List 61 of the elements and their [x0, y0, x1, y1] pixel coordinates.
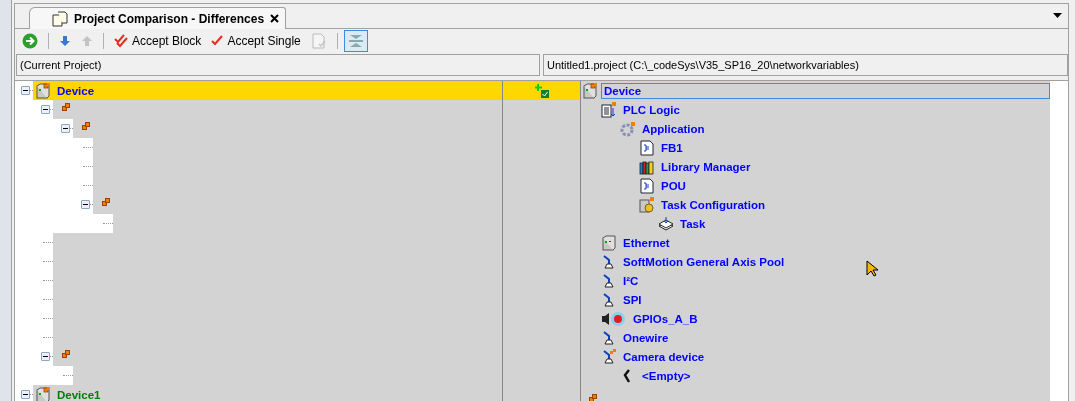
- accept-button[interactable]: Accept Block: [110, 30, 206, 51]
- books-icon: [639, 158, 655, 175]
- check-icon: [211, 34, 224, 47]
- project-path: (Current Project): [16, 54, 540, 76]
- document-icon: [52, 10, 68, 27]
- down-arrow-icon: [59, 34, 71, 47]
- forward-icon: [22, 32, 38, 49]
- tree-item[interactable]: Application: [639, 120, 708, 137]
- document-icon: [639, 139, 655, 156]
- tree-item[interactable]: Camera device: [620, 348, 708, 365]
- tree-item[interactable]: GPIOs_A_B: [630, 310, 701, 327]
- tree-item[interactable]: Device: [601, 82, 1050, 99]
- plug-icon: [601, 253, 617, 270]
- tree-item[interactable]: SPI: [620, 291, 645, 308]
- collapse-toggle[interactable]: [21, 86, 30, 95]
- collapse-toggle[interactable]: [41, 352, 50, 361]
- link-icon: [62, 102, 70, 111]
- tree-item[interactable]: <Empty>: [639, 367, 694, 384]
- tree-item[interactable]: Device1: [54, 386, 104, 401]
- collapse-icon: [347, 33, 364, 48]
- tree-item[interactable]: POU: [658, 177, 689, 194]
- add-check-icon: [534, 83, 549, 98]
- plug-icon: [601, 348, 617, 365]
- cursor-icon: [866, 260, 879, 277]
- tree-item[interactable]: Task: [677, 215, 709, 232]
- close-icon[interactable]: [270, 14, 280, 23]
- plc-icon: [601, 101, 617, 118]
- tree-item[interactable]: I²C: [620, 272, 642, 289]
- gear-icon: [620, 120, 636, 137]
- tree-item[interactable]: Device: [54, 82, 98, 99]
- speaker-dot-icon: [601, 310, 627, 327]
- dropdown-arrow-icon[interactable]: [1053, 13, 1062, 18]
- collapse-toggle[interactable]: [21, 390, 30, 399]
- device-icon: [35, 82, 51, 99]
- accept-button[interactable]: Accept Single: [207, 30, 305, 51]
- link-icon: [102, 197, 110, 206]
- double-check-icon: [114, 33, 128, 48]
- toggle-button[interactable]: [343, 29, 368, 52]
- up-arrow-icon: [81, 34, 93, 47]
- tree-item[interactable]: Ethernet: [620, 234, 673, 251]
- collapse-toggle[interactable]: [41, 105, 50, 114]
- collapse-toggle[interactable]: [61, 124, 70, 133]
- document-icon: [639, 177, 655, 194]
- link-icon: [589, 393, 597, 401]
- tree-item[interactable]: Onewire: [620, 329, 672, 346]
- plug-icon: [601, 329, 617, 346]
- plug-icon: [601, 291, 617, 308]
- tree-item[interactable]: FB1: [658, 139, 686, 156]
- tree-item[interactable]: SoftMotion General Axis Pool: [620, 253, 788, 270]
- link-icon: [62, 349, 70, 358]
- project-path: Untitled1.project (C:\_codeSys\V35_SP16_20\networkvariables): [543, 54, 1068, 76]
- tree-item[interactable]: PLC Logic: [620, 101, 683, 118]
- stack-icon: [658, 215, 674, 232]
- document-tab[interactable]: Project Comparison - Differences: [29, 7, 287, 29]
- plug-icon: [601, 272, 617, 289]
- tree-item[interactable]: Task Configuration: [658, 196, 768, 213]
- document-check-icon: [310, 32, 327, 49]
- tab-title: Project Comparison - Differences: [74, 11, 265, 26]
- collapse-toggle[interactable]: [81, 200, 90, 209]
- link-icon: [82, 121, 90, 130]
- tree-item[interactable]: Library Manager: [658, 158, 754, 175]
